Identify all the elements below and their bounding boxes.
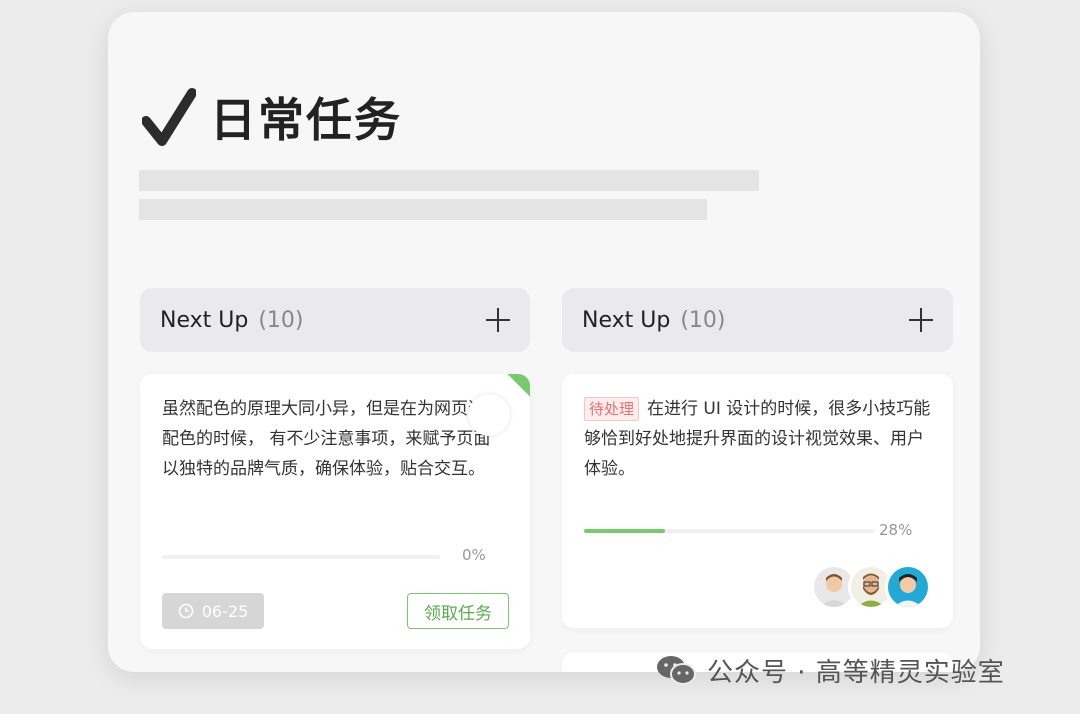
title-row: 日常任务 bbox=[142, 84, 402, 150]
status-accent bbox=[507, 374, 530, 397]
task-description: 虽然配色的原理大同小异，但是在为网页进行配色的时候， 有不少注意事项，来赋予页面… bbox=[162, 399, 502, 479]
plus-icon[interactable] bbox=[486, 308, 510, 332]
select-toggle[interactable] bbox=[468, 394, 510, 436]
column-count: (10) bbox=[258, 307, 304, 333]
placeholder-line bbox=[139, 199, 707, 220]
wechat-icon bbox=[657, 656, 696, 685]
column-title: Next Up bbox=[160, 307, 249, 333]
claim-task-button[interactable]: 领取任务 bbox=[407, 593, 509, 629]
column-header-next-up: Next Up (10) bbox=[140, 288, 530, 352]
task-board-panel: 日常任务 Next Up (10) Next Up (10) 虽然配色的原理大同… bbox=[108, 12, 980, 672]
watermark: 公众号 · 高等精灵实验室 bbox=[655, 650, 1005, 690]
page-title: 日常任务 bbox=[210, 93, 402, 147]
watermark-text: 公众号 · 高等精灵实验室 bbox=[707, 657, 1005, 688]
progress-bar bbox=[584, 529, 874, 533]
due-date-badge: 06-25 bbox=[162, 593, 264, 629]
status-tag: 待处理 bbox=[584, 397, 640, 421]
assignee-avatars bbox=[811, 564, 931, 610]
checkmark-icon bbox=[142, 88, 196, 146]
column-count: (10) bbox=[680, 307, 726, 333]
placeholder-line bbox=[139, 170, 759, 191]
progress-label: 28% bbox=[879, 521, 913, 539]
task-card[interactable]: 待处理 在进行 UI 设计的时候，很多小技巧能够恰到好处地提升界面的设计视觉效果、… bbox=[562, 374, 953, 628]
column-title: Next Up bbox=[582, 307, 671, 333]
progress-label: 0% bbox=[462, 546, 486, 564]
task-description-block: 待处理 在进行 UI 设计的时候，很多小技巧能够恰到好处地提升界面的设计视觉效果、… bbox=[584, 394, 934, 484]
progress-bar bbox=[162, 555, 440, 559]
progress-fill bbox=[584, 529, 666, 533]
column-header-next-up: Next Up (10) bbox=[562, 288, 953, 352]
task-card[interactable]: 虽然配色的原理大同小异，但是在为网页进行配色的时候， 有不少注意事项，来赋予页面… bbox=[140, 374, 530, 649]
due-date: 06-25 bbox=[201, 601, 249, 621]
avatar[interactable] bbox=[885, 564, 931, 610]
clock-icon bbox=[178, 603, 194, 619]
plus-icon[interactable] bbox=[909, 308, 933, 332]
